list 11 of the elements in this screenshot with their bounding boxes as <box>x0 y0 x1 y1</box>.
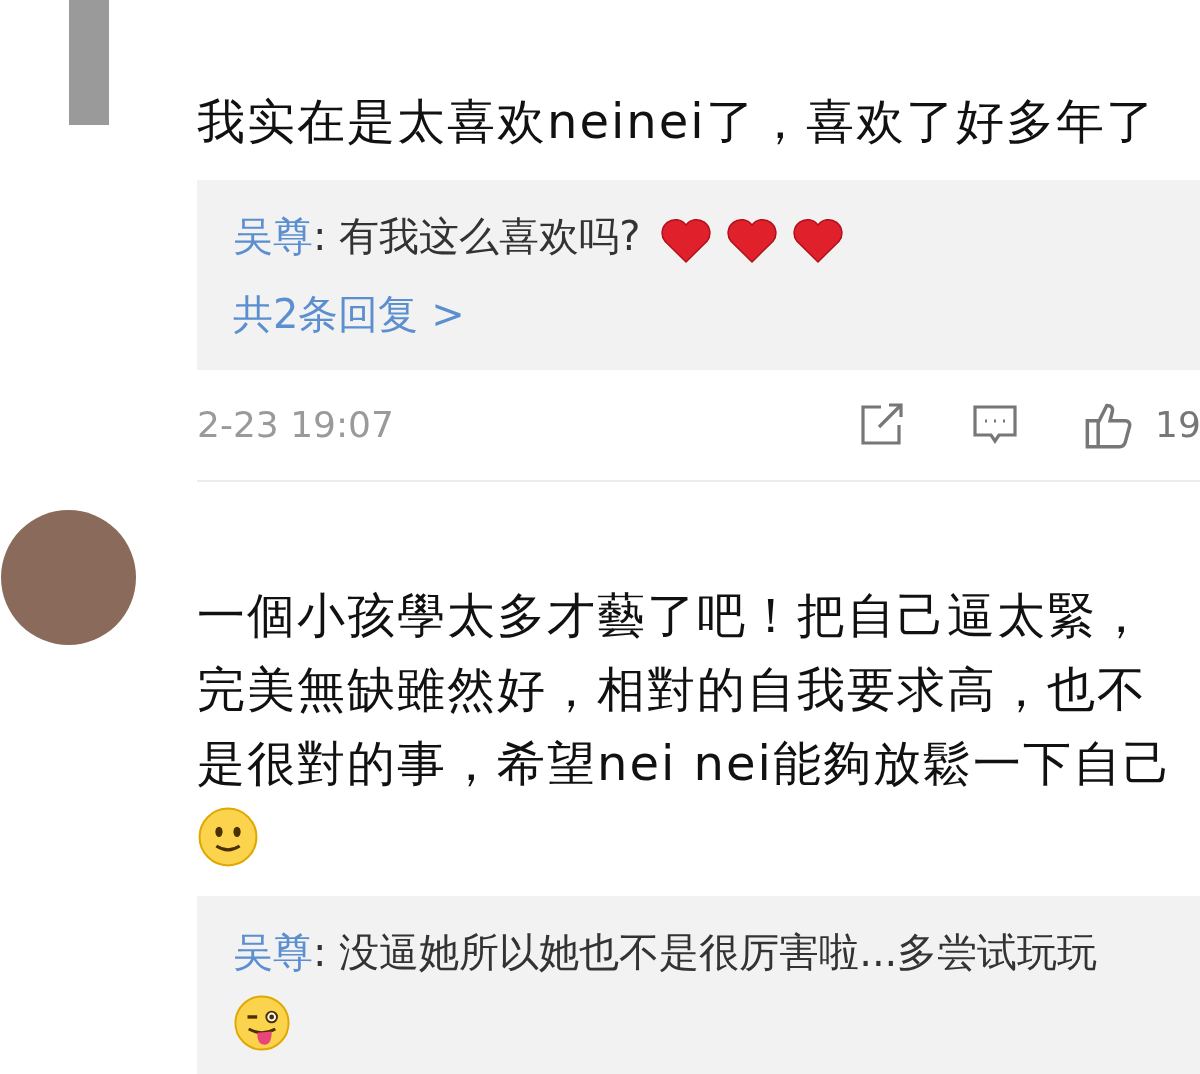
comment-time: 2-23 19:07 <box>197 403 395 447</box>
reply-text: : 没逼她所以她也不是很厉害啦...多尝试玩玩 <box>313 929 1098 975</box>
like-count: 19 <box>1155 403 1200 447</box>
reply-author[interactable]: 吴尊 <box>233 929 313 975</box>
smiley-face-icon <box>197 806 259 868</box>
comment-text: 一個小孩學太多才藝了吧！把自己逼太緊，完美無缺雖然好，相對的自我要求高，也不是很對的事，希望nei nei能夠放鬆一下自己 <box>197 586 1174 793</box>
more-replies-link[interactable]: 共2条回复 > <box>233 291 465 337</box>
comment-text: 我实在是太喜欢neinei了，喜欢了好多年了 <box>197 92 1157 151</box>
reply-text: : 有我这么喜欢吗? <box>313 213 642 259</box>
winking-tongue-face-icon <box>233 994 291 1052</box>
reply-author[interactable]: 吴尊 <box>233 213 313 259</box>
